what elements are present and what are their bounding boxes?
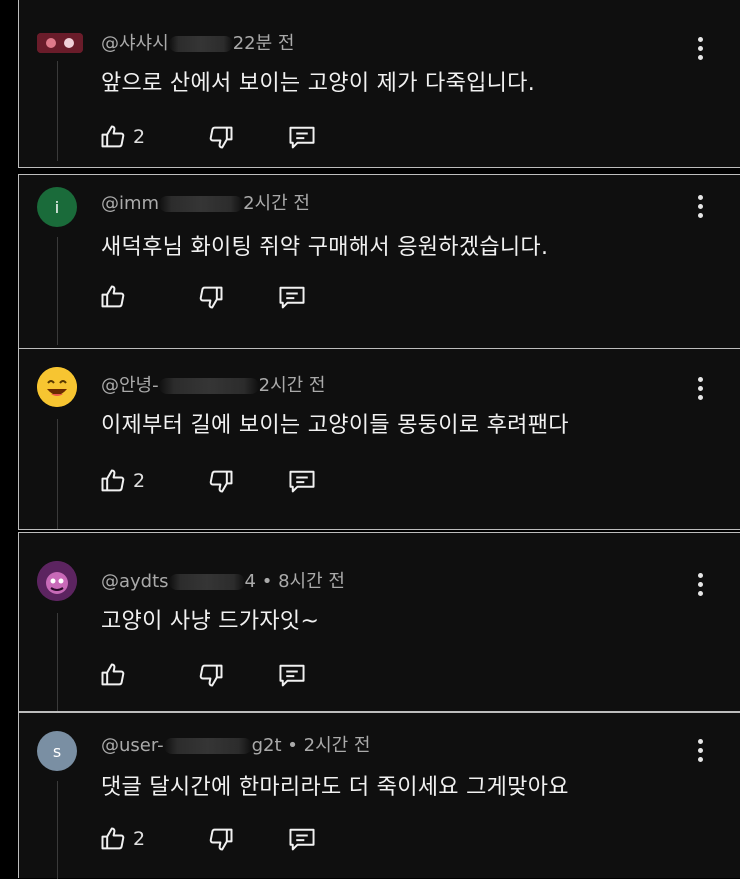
thumbs-up-icon xyxy=(101,125,125,148)
reply-comment-icon xyxy=(279,664,305,687)
comment-meta: @aydts 4 • 8시간 전 xyxy=(101,567,345,593)
avatar[interactable] xyxy=(37,33,83,53)
comment-card: @안녕- 2시간 전 이제부터 길에 보이는 고양이들 몽둥이로 후려팬다 2 xyxy=(18,348,740,530)
comment-handle-suffix: 4 xyxy=(244,571,256,592)
comment-handle-suffix: g2t xyxy=(251,735,282,756)
thumbs-up-icon xyxy=(101,663,125,686)
like-button[interactable] xyxy=(99,283,127,311)
thumbs-down-icon xyxy=(199,286,223,309)
like-button[interactable]: 2 xyxy=(99,467,145,495)
comment-meta: @안녕- 2시간 전 xyxy=(101,371,325,397)
more-vertical-icon[interactable] xyxy=(696,377,704,405)
redaction-blur xyxy=(158,378,259,394)
comment-meta: @imm 2시간 전 xyxy=(101,189,310,215)
avatar-letter: i xyxy=(54,197,60,217)
dislike-button[interactable] xyxy=(197,283,225,311)
reply-comment-icon xyxy=(289,126,315,149)
avatar[interactable]: i xyxy=(37,187,77,227)
avatar[interactable]: s xyxy=(37,731,77,771)
redaction-blur xyxy=(168,574,245,590)
comment-card: @aydts 4 • 8시간 전 고양이 사냥 드가자잇~ xyxy=(18,532,740,712)
avatar[interactable] xyxy=(37,561,77,601)
comment-time: • 8시간 전 xyxy=(261,571,345,592)
comment-text: 이제부터 길에 보이는 고양이들 몽둥이로 후려팬다 xyxy=(101,413,569,438)
reply-comment-icon xyxy=(279,286,305,309)
thumbs-down-icon xyxy=(209,828,233,851)
dislike-button[interactable] xyxy=(207,467,235,495)
comment-card: i @imm 2시간 전 새덕후님 화이팅 쥐약 구매해서 응원하겠습니다. xyxy=(18,174,740,350)
dislike-button[interactable] xyxy=(207,825,235,853)
thumbs-down-icon xyxy=(199,664,223,687)
comment-time: • 2시간 전 xyxy=(287,735,371,756)
comment-author[interactable]: @aydts xyxy=(101,571,169,592)
reply-button[interactable] xyxy=(287,123,317,151)
reply-button[interactable] xyxy=(277,661,307,689)
comment-meta: @user-g2t • 2시간 전 xyxy=(101,731,370,757)
reply-button[interactable] xyxy=(277,283,307,311)
comment-text: 앞으로 산에서 보이는 고양이 제가 다죽입니다. xyxy=(101,71,536,96)
comment-time: 2시간 전 xyxy=(243,193,310,214)
comment-author[interactable]: @user- xyxy=(101,735,164,756)
comment-actions xyxy=(99,281,307,313)
comment-actions: 2 xyxy=(99,121,317,153)
avatar[interactable] xyxy=(37,367,77,407)
like-button[interactable] xyxy=(99,661,127,689)
reply-comment-icon xyxy=(289,470,315,493)
comment-text: 고양이 사냥 드가자잇~ xyxy=(101,609,320,634)
thread-line xyxy=(57,781,58,879)
thumbs-up-icon xyxy=(101,285,125,308)
reply-button[interactable] xyxy=(287,467,317,495)
comment-text: 새덕후님 화이팅 쥐약 구매해서 응원하겠습니다. xyxy=(101,235,549,260)
dislike-button[interactable] xyxy=(207,123,235,151)
comment-card: @샤샤시 22분 전 앞으로 산에서 보이는 고양이 제가 다죽입니다. 2 xyxy=(18,0,740,168)
redaction-blur xyxy=(163,738,252,754)
more-vertical-icon[interactable] xyxy=(696,573,704,601)
reply-comment-icon xyxy=(289,828,315,851)
thumbs-up-icon xyxy=(101,469,125,492)
comment-actions: 2 xyxy=(99,465,317,497)
more-vertical-icon[interactable] xyxy=(696,37,704,65)
like-count: 2 xyxy=(133,828,146,850)
comment-text: 댓글 달시간에 한마리라도 더 죽이세요 그게맞아요 xyxy=(101,775,569,800)
like-count: 2 xyxy=(133,126,146,148)
comment-actions: 2 xyxy=(99,823,317,855)
thread-line xyxy=(57,61,58,161)
more-vertical-icon[interactable] xyxy=(696,195,704,223)
comment-author[interactable]: @imm xyxy=(101,193,159,214)
avatar-letter: s xyxy=(52,741,62,761)
thumbs-down-icon xyxy=(209,126,233,149)
thumbs-up-icon xyxy=(101,827,125,850)
comment-author[interactable]: @안녕- xyxy=(101,375,159,396)
thread-line xyxy=(57,237,58,345)
like-button[interactable]: 2 xyxy=(99,123,145,151)
thread-line xyxy=(57,419,58,529)
thread-line xyxy=(57,613,58,711)
redaction-blur xyxy=(159,196,244,212)
comment-card: s @user-g2t • 2시간 전 댓글 달시간에 한마리라도 더 죽이세요… xyxy=(18,712,740,879)
comment-meta: @샤샤시 22분 전 xyxy=(101,29,294,55)
comment-time: 22분 전 xyxy=(232,33,295,54)
redaction-blur xyxy=(168,36,233,52)
comment-author[interactable]: @샤샤시 xyxy=(101,33,169,54)
dislike-button[interactable] xyxy=(197,661,225,689)
thumbs-down-icon xyxy=(209,470,233,493)
like-button[interactable]: 2 xyxy=(99,825,145,853)
comment-actions xyxy=(99,659,307,691)
like-count: 2 xyxy=(133,470,146,492)
comment-time: 2시간 전 xyxy=(258,375,326,396)
reply-button[interactable] xyxy=(287,825,317,853)
more-vertical-icon[interactable] xyxy=(696,739,704,767)
